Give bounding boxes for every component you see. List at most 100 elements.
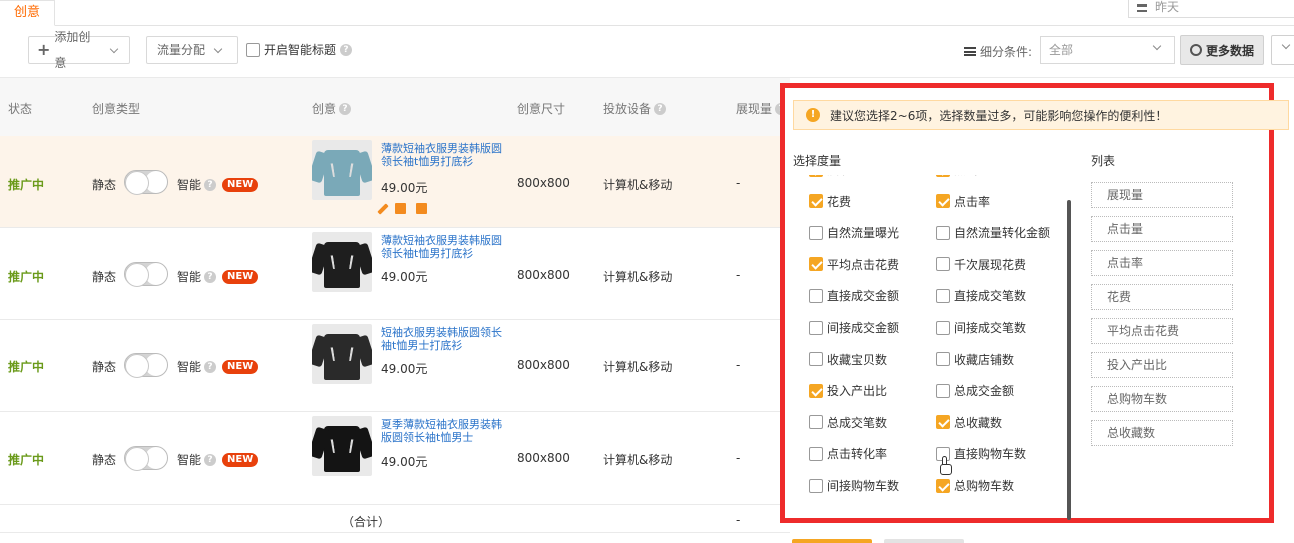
creative-thumbnail[interactable]	[312, 140, 372, 200]
creative-size: 800x800	[517, 268, 570, 282]
row-actions	[377, 203, 427, 215]
smart-title-toggle[interactable]: 开启智能标题 ?	[246, 41, 353, 58]
edit-icon[interactable]	[377, 203, 389, 215]
date-range-select[interactable]: 昨天	[1128, 0, 1294, 18]
column-item[interactable]: 花费	[1091, 284, 1233, 310]
help-icon[interactable]: ?	[204, 270, 217, 283]
metric-checkbox[interactable]	[936, 288, 950, 303]
confirm-button[interactable]	[792, 539, 872, 543]
metric-checkbox[interactable]	[809, 383, 823, 398]
metric-checkbox[interactable]	[936, 320, 950, 335]
smart-title-checkbox[interactable]	[246, 42, 260, 57]
creative-title-link[interactable]: 薄款短袖衣服男装韩版圆领长袖t恤男打底衫	[381, 142, 505, 168]
column-item[interactable]: 投入产出比	[1091, 352, 1233, 378]
more-data-button[interactable]: 更多数据	[1180, 35, 1264, 65]
metric-checkbox[interactable]	[936, 175, 950, 177]
metric-option[interactable]: 收藏店铺数	[936, 351, 1014, 368]
metric-checkbox[interactable]	[809, 175, 823, 177]
metric-option[interactable]: 自然流量曝光	[809, 224, 899, 241]
table-row[interactable]: 推广中 静态 智能? NEW 薄款短袖衣服男装韩版圆领长袖t恤男打底衫 49.00…	[0, 136, 790, 228]
more-data-label: 更多数据	[1205, 43, 1254, 58]
creative-price: 49.00元	[381, 455, 428, 469]
tab-creative[interactable]: 创意	[0, 0, 56, 26]
metric-option[interactable]: 总成交金额	[936, 382, 1014, 399]
help-icon[interactable]: ?	[339, 102, 352, 115]
metric-option[interactable]: 投入产出比	[809, 382, 887, 399]
tab-strip: 创意 昨天	[0, 0, 1294, 26]
metric-checkbox[interactable]	[809, 288, 823, 303]
metric-option[interactable]: 间接成交金额	[809, 319, 899, 336]
help-icon[interactable]: ?	[654, 102, 667, 115]
metric-checkbox[interactable]	[936, 478, 950, 493]
metric-checkbox[interactable]	[936, 225, 950, 240]
metric-checkbox[interactable]	[809, 320, 823, 335]
metric-checkbox[interactable]	[809, 194, 823, 209]
metric-option[interactable]: 点击率	[936, 193, 990, 210]
help-icon[interactable]: ?	[340, 43, 353, 56]
smart-toggle[interactable]	[124, 353, 168, 378]
creative-title-link[interactable]: 薄款短袖衣服男装韩版圆领长袖t恤男打底衫	[381, 234, 505, 260]
column-item[interactable]: 平均点击花费	[1091, 318, 1233, 344]
metric-checkbox[interactable]	[936, 383, 950, 398]
smart-toggle[interactable]	[124, 170, 168, 195]
metric-option[interactable]: 收藏宝贝数	[809, 351, 887, 368]
creative-title-link[interactable]: 夏季薄款短袖衣服男装韩版圆领长袖t恤男士	[381, 418, 505, 444]
column-item[interactable]: 总购物车数	[1091, 386, 1233, 412]
impressions-value: -	[736, 358, 741, 372]
metric-checkbox[interactable]	[809, 257, 823, 272]
column-item[interactable]: 点击率	[1091, 250, 1233, 276]
metric-checkbox[interactable]	[936, 415, 950, 430]
column-item[interactable]: 点击量	[1091, 216, 1233, 242]
table-row[interactable]: 推广中 静态 智能? NEW 夏季薄款短袖衣服男装韩版圆领长袖t恤男士 49.00…	[0, 412, 790, 505]
preview-icon[interactable]	[416, 203, 427, 214]
help-icon[interactable]: ?	[204, 360, 217, 373]
traffic-allocation-button[interactable]: 流量分配	[146, 36, 238, 64]
new-badge: NEW	[222, 359, 259, 374]
creative-size: 800x800	[517, 451, 570, 465]
metric-option[interactable]: 总购物车数	[936, 477, 1014, 494]
metric-option[interactable]: 间接成交笔数	[936, 319, 1026, 336]
metric-label: 收藏宝贝数	[827, 352, 888, 367]
cancel-button[interactable]	[884, 539, 964, 543]
smart-toggle[interactable]	[124, 446, 168, 471]
metric-option[interactable]: 平均点击花费	[809, 256, 899, 273]
metric-label: 点击转化率	[827, 447, 888, 462]
metric-option[interactable]: 花费	[809, 193, 851, 210]
metric-checkbox[interactable]	[936, 257, 950, 272]
smart-toggle[interactable]	[124, 262, 168, 287]
metric-option[interactable]: 展现量	[809, 175, 863, 178]
creative-thumbnail[interactable]	[312, 324, 372, 384]
metric-option[interactable]: 间接购物车数	[809, 477, 899, 494]
header-status: 状态	[8, 102, 33, 116]
metric-checkbox[interactable]	[809, 415, 823, 430]
creative-thumbnail[interactable]	[312, 232, 372, 292]
metric-option[interactable]: 直接成交笔数	[936, 287, 1026, 304]
metric-option[interactable]: 点击转化率	[809, 445, 887, 462]
metric-checkbox[interactable]	[809, 446, 823, 461]
metric-option[interactable]: 点击量	[936, 175, 990, 178]
delete-icon[interactable]	[395, 203, 406, 214]
help-icon[interactable]: ?	[204, 178, 217, 191]
static-label: 静态	[92, 178, 117, 192]
metric-checkbox[interactable]	[936, 194, 950, 209]
metric-option[interactable]: 直接成交金额	[809, 287, 899, 304]
metric-checkbox[interactable]	[809, 225, 823, 240]
column-item[interactable]: 总收藏数	[1091, 420, 1233, 446]
creative-thumbnail[interactable]	[312, 416, 372, 476]
column-item[interactable]: 展现量	[1091, 182, 1233, 208]
table-row[interactable]: 推广中 静态 智能? NEW 薄款短袖衣服男装韩版圆领长袖t恤男打底衫 49.00…	[0, 228, 790, 320]
expand-button[interactable]	[1271, 35, 1294, 65]
metrics-scrollbar[interactable]	[1067, 200, 1071, 520]
metric-option[interactable]: 自然流量转化金额	[936, 224, 1050, 241]
metric-option[interactable]: 总收藏数	[936, 414, 1002, 431]
metric-checkbox[interactable]	[809, 352, 823, 367]
creative-title-link[interactable]: 短袖衣服男装韩版圆领长袖t恤男士打底衫	[381, 326, 505, 352]
segment-filter-select[interactable]: 全部	[1040, 36, 1175, 64]
add-creative-button[interactable]: + 添加创意	[28, 30, 130, 70]
metric-checkbox[interactable]	[809, 478, 823, 493]
metric-option[interactable]: 千次展现花费	[936, 256, 1026, 273]
metric-option[interactable]: 总成交笔数	[809, 414, 887, 431]
table-row[interactable]: 推广中 静态 智能? NEW 短袖衣服男装韩版圆领长袖t恤男士打底衫 49.00元…	[0, 320, 790, 412]
metric-checkbox[interactable]	[936, 352, 950, 367]
help-icon[interactable]: ?	[204, 453, 217, 466]
